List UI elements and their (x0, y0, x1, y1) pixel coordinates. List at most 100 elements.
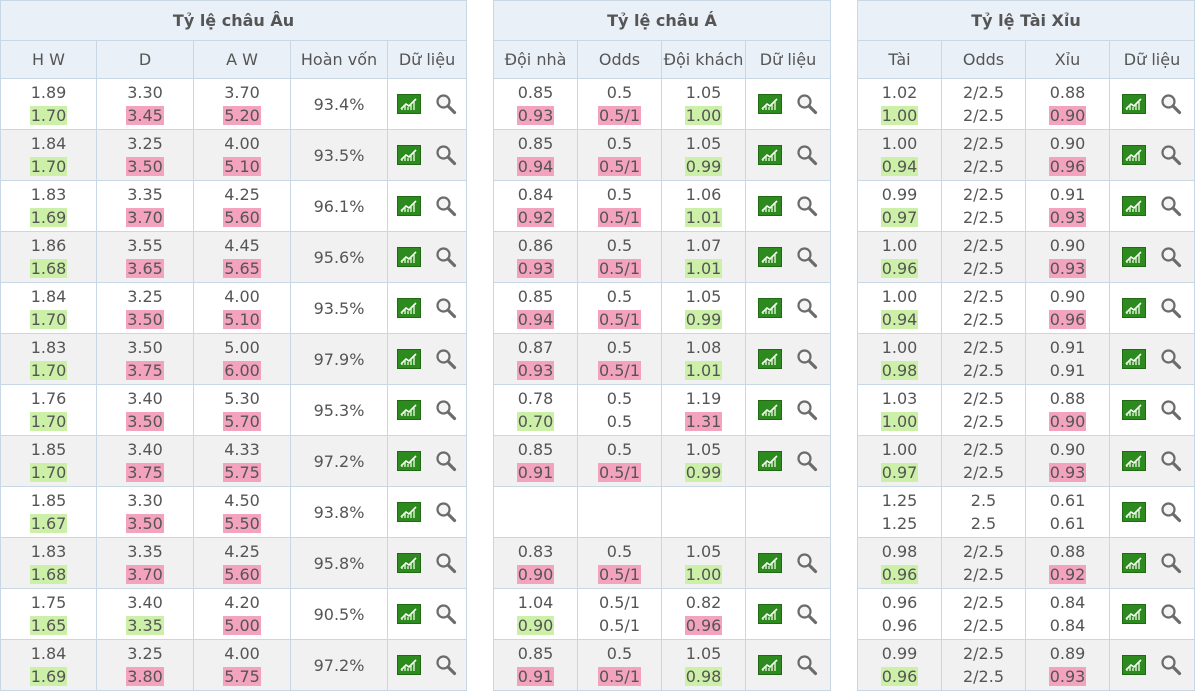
search-icon[interactable] (796, 450, 818, 472)
away-win-cell-values: 4.25 5.60 (194, 538, 290, 588)
chart-icon[interactable] (1122, 94, 1146, 114)
chart-icon[interactable] (758, 553, 783, 573)
handicap-cell: 0.5 0.5 (577, 384, 662, 436)
return-rate: 93.5% (290, 129, 388, 181)
search-icon[interactable] (1160, 246, 1182, 268)
chart-icon[interactable] (758, 604, 783, 624)
odds-value: 3.25 (127, 134, 163, 153)
search-icon[interactable] (1160, 552, 1182, 574)
search-icon[interactable] (1160, 450, 1182, 472)
away-cell-values: 1.05 0.99 (662, 130, 745, 180)
search-icon[interactable] (796, 93, 818, 115)
data-icons (388, 654, 466, 676)
odds-value: 1.02 (881, 83, 918, 102)
data-cell (744, 333, 832, 385)
chart-icon[interactable] (1122, 502, 1146, 522)
chart-icon[interactable] (397, 196, 422, 216)
search-icon[interactable] (435, 501, 457, 523)
chart-icon[interactable] (397, 94, 422, 114)
chart-icon[interactable] (758, 145, 783, 165)
odds-value: 1.00 (880, 106, 919, 125)
data-icons (746, 144, 830, 166)
search-icon[interactable] (435, 144, 457, 166)
chart-icon[interactable] (1122, 298, 1146, 318)
chart-icon[interactable] (758, 247, 783, 267)
chart-icon[interactable] (397, 655, 422, 675)
odds-value: 0.87 (517, 338, 554, 357)
search-icon[interactable] (435, 297, 457, 319)
odds-value: 3.40 (127, 593, 163, 612)
col-header-data: Dữ liệu (386, 40, 468, 79)
chart-icon[interactable] (397, 298, 422, 318)
search-icon[interactable] (796, 348, 818, 370)
line-cell: 2/2.5 2/2.5 (941, 333, 1026, 385)
under-cell: 0.84 0.84 (1025, 588, 1110, 640)
search-icon[interactable] (796, 552, 818, 574)
chart-icon[interactable] (758, 349, 783, 369)
data-icons (746, 348, 830, 370)
data-icons (746, 603, 830, 625)
odds-value: 0.5/1 (598, 593, 640, 612)
search-icon[interactable] (796, 399, 818, 421)
chart-icon[interactable] (758, 94, 783, 114)
search-icon[interactable] (1160, 501, 1182, 523)
chart-icon[interactable] (1122, 145, 1146, 165)
chart-icon[interactable] (758, 451, 783, 471)
chart-icon[interactable] (397, 604, 422, 624)
search-icon[interactable] (435, 93, 457, 115)
search-icon[interactable] (796, 246, 818, 268)
search-icon[interactable] (796, 654, 818, 676)
search-icon[interactable] (435, 399, 457, 421)
chart-icon[interactable] (1122, 247, 1146, 267)
chart-icon[interactable] (1122, 196, 1146, 216)
chart-icon[interactable] (758, 655, 783, 675)
chart-icon[interactable] (397, 451, 422, 471)
table-row: 1.86 1.68 3.55 3.65 4.45 5.65 95.6% (0, 231, 468, 283)
chart-icon[interactable] (397, 247, 422, 267)
chart-icon[interactable] (758, 196, 783, 216)
search-icon[interactable] (435, 348, 457, 370)
chart-icon[interactable] (1122, 604, 1146, 624)
chart-icon[interactable] (397, 349, 422, 369)
odds-value: 1.85 (30, 491, 67, 510)
chart-icon[interactable] (1122, 655, 1146, 675)
data-icons (388, 501, 466, 523)
search-icon[interactable] (796, 195, 818, 217)
search-icon[interactable] (1160, 297, 1182, 319)
odds-value: 1.70 (29, 412, 68, 431)
ou-title: Tỷ lệ Tài Xỉu (856, 0, 1195, 41)
chart-icon[interactable] (397, 553, 422, 573)
chart-icon[interactable] (1122, 553, 1146, 573)
search-icon[interactable] (1160, 654, 1182, 676)
search-icon[interactable] (1160, 93, 1182, 115)
search-icon[interactable] (435, 195, 457, 217)
line-cell-values: 2/2.5 2/2.5 (942, 538, 1025, 588)
search-icon[interactable] (435, 603, 457, 625)
search-icon[interactable] (1160, 195, 1182, 217)
search-icon[interactable] (1160, 399, 1182, 421)
chart-icon[interactable] (397, 145, 422, 165)
search-icon[interactable] (1160, 348, 1182, 370)
search-icon[interactable] (1160, 144, 1182, 166)
search-icon[interactable] (435, 450, 457, 472)
chart-icon[interactable] (1122, 349, 1146, 369)
chart-icon[interactable] (397, 502, 422, 522)
data-cell (744, 486, 832, 538)
chart-icon[interactable] (758, 400, 783, 420)
under-cell: 0.88 0.90 (1025, 384, 1110, 436)
away-cell: 1.05 0.99 (661, 129, 746, 181)
search-icon[interactable] (435, 246, 457, 268)
chart-icon[interactable] (1122, 400, 1146, 420)
away-cell: 0.82 0.96 (661, 588, 746, 640)
chart-icon[interactable] (758, 298, 783, 318)
chart-icon[interactable] (1122, 451, 1146, 471)
search-icon[interactable] (796, 144, 818, 166)
chart-icon[interactable] (397, 400, 422, 420)
home-cell-values: 0.85 0.94 (494, 283, 577, 333)
away-win-cell-values: 4.00 5.10 (194, 283, 290, 333)
search-icon[interactable] (1160, 603, 1182, 625)
search-icon[interactable] (435, 654, 457, 676)
search-icon[interactable] (435, 552, 457, 574)
search-icon[interactable] (796, 603, 818, 625)
search-icon[interactable] (796, 297, 818, 319)
